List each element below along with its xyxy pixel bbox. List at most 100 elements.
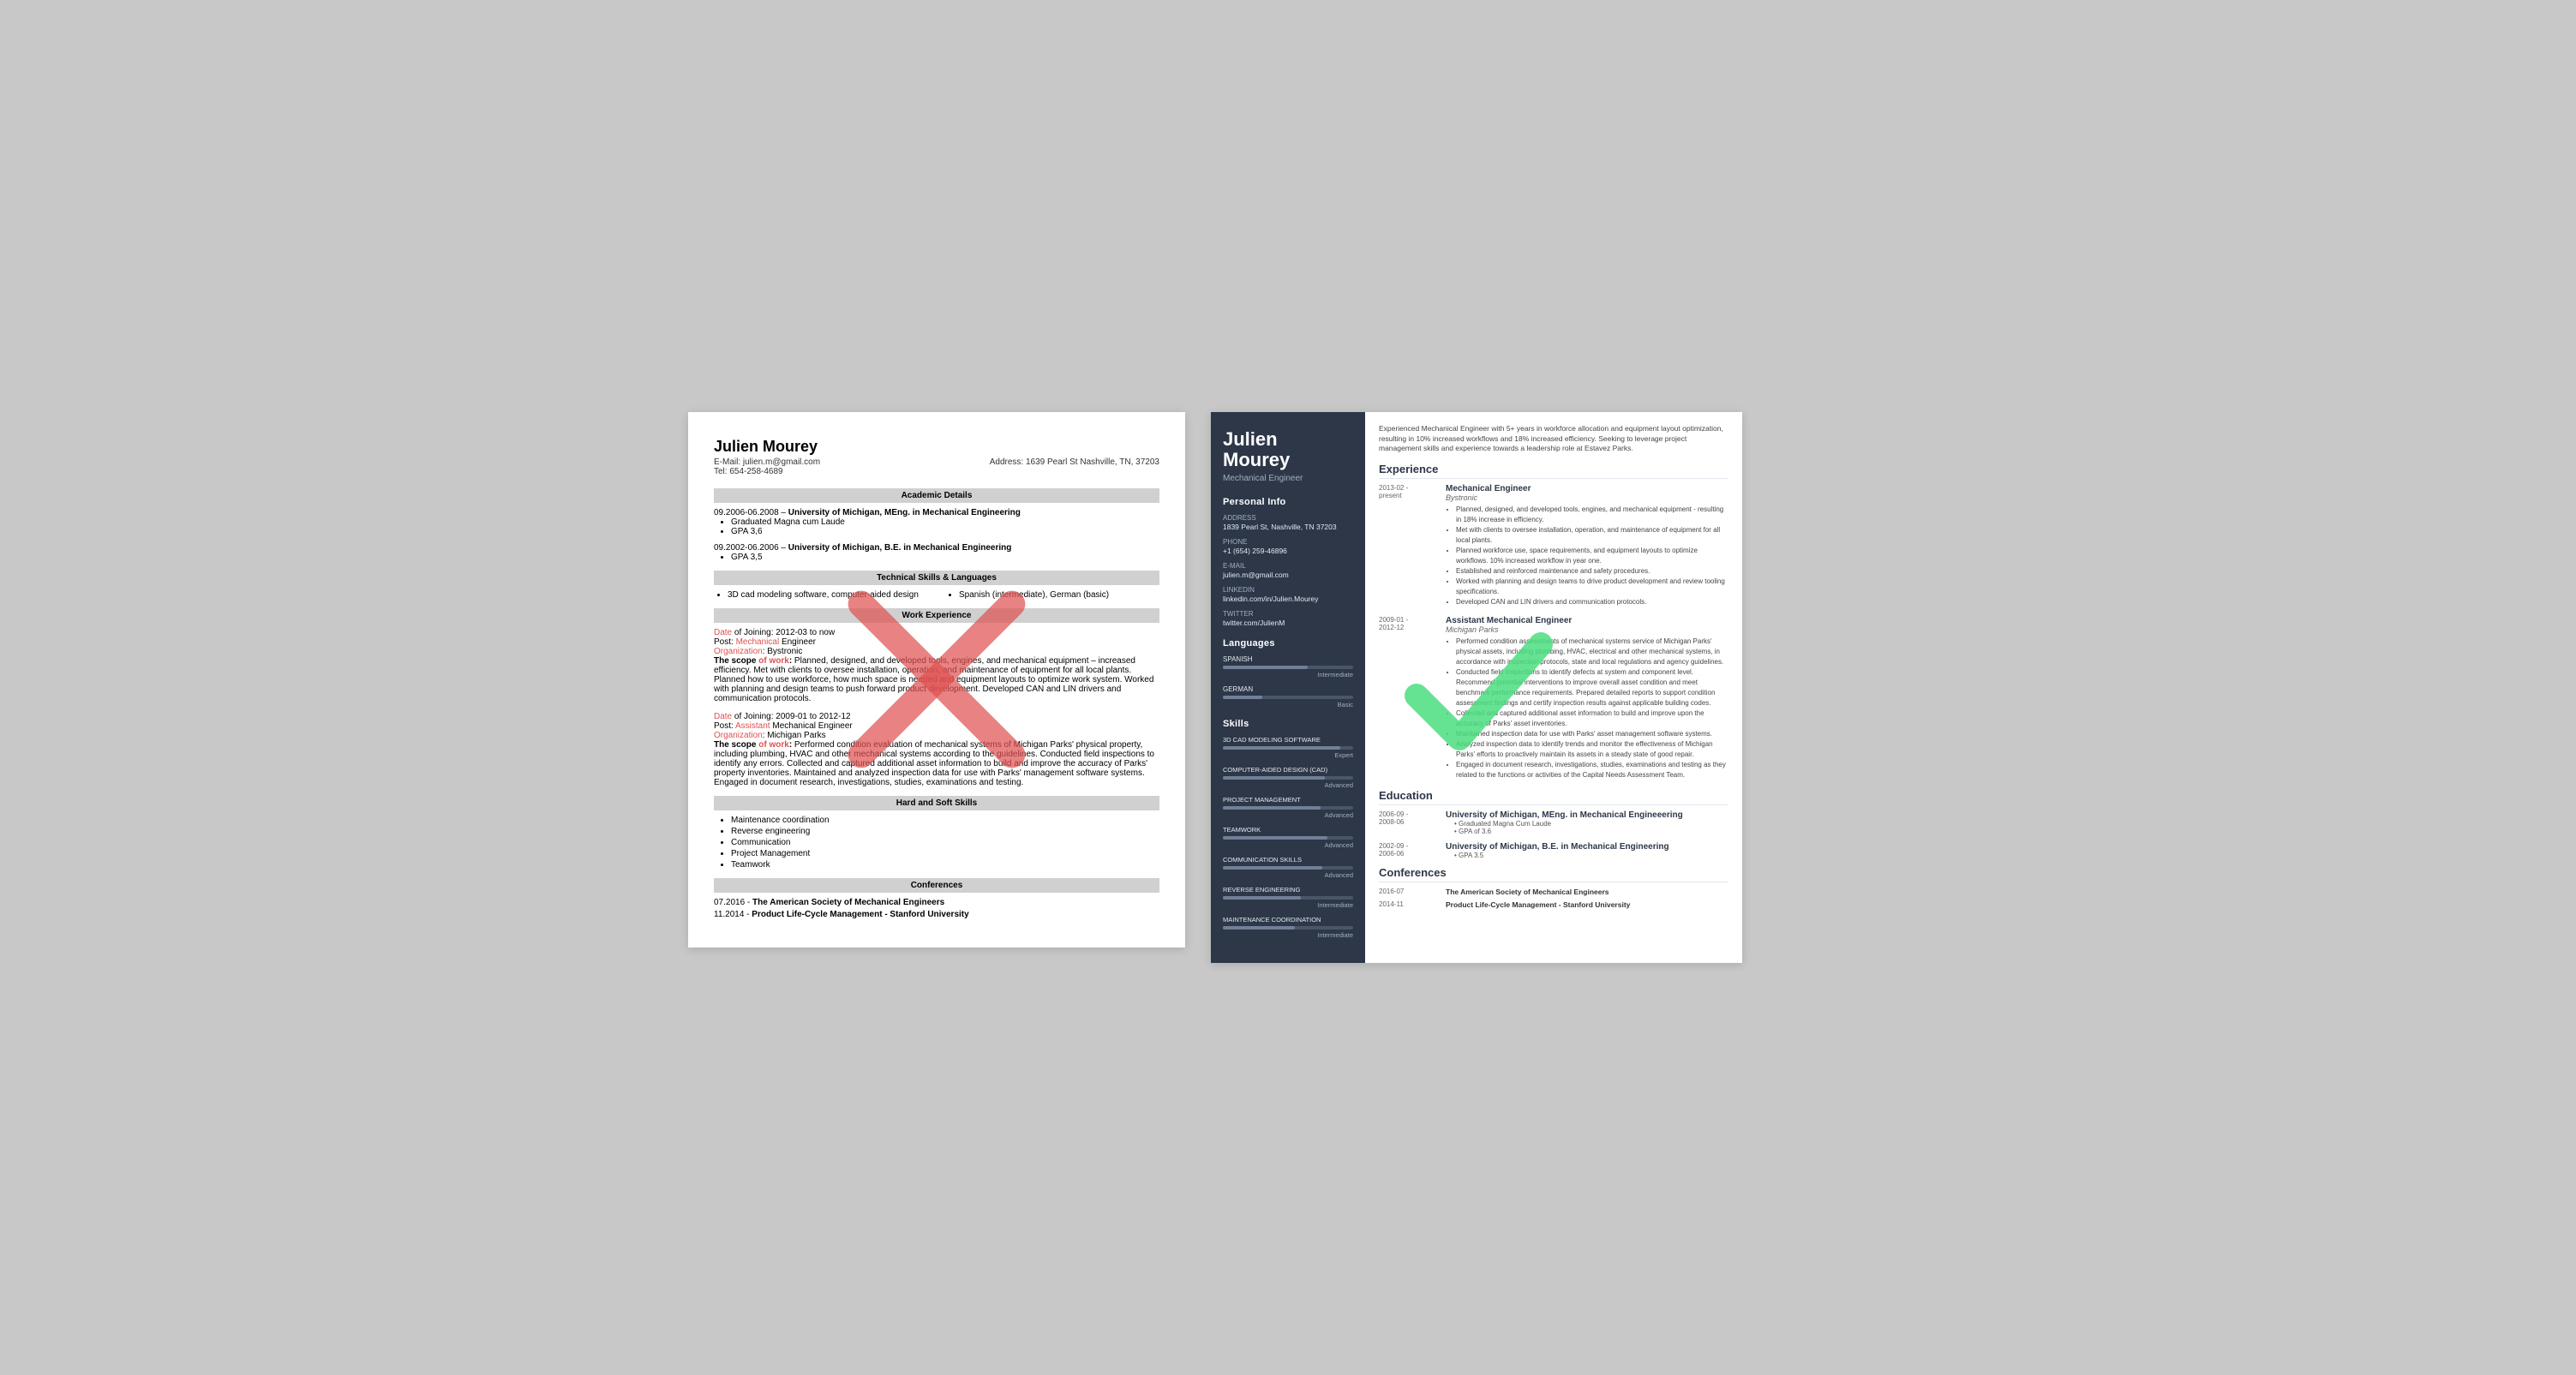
exp-b2-2: Conducted field inspections to identify … xyxy=(1456,667,1728,708)
skill-re-fill xyxy=(1223,896,1301,900)
skill-teamwork: TEAMWORK Advanced xyxy=(1223,826,1353,849)
skill-pm-fill xyxy=(1223,806,1321,810)
lang-spanish-name: SPANISH xyxy=(1223,655,1353,663)
skills-sidebar-title: Skills xyxy=(1223,719,1353,729)
conf-right-body-2: Product Life-Cycle Management - Stanford… xyxy=(1446,900,1630,909)
work-org-1: Organization: Bystronic xyxy=(714,647,1159,656)
edu-bullet-2-1: GPA 3,5 xyxy=(731,553,1159,562)
address-label: Address xyxy=(1223,514,1353,522)
work-post-2: Post: Assistant Mechanical Engineer xyxy=(714,721,1159,731)
left-contact-right: Address: 1639 Pearl St Nashville, TN, 37… xyxy=(990,457,1159,476)
lang-spanish-level: Intermediate xyxy=(1223,671,1353,679)
skill-pm-name: PROJECT MANAGEMENT xyxy=(1223,796,1353,804)
skill-pm: PROJECT MANAGEMENT Advanced xyxy=(1223,796,1353,819)
skill-comm-level: Advanced xyxy=(1223,871,1353,879)
edu-period-1: 09.2006-06.2008 xyxy=(714,508,779,517)
edu-detail-2-1: • GPA 3.5 xyxy=(1454,852,1728,859)
main-container: Julien Mourey E-Mail: julien.m@gmail.com… xyxy=(688,412,1888,964)
exp-b1-3: Planned workforce use, space requirement… xyxy=(1456,546,1728,566)
left-tel: Tel: 654-258-4689 xyxy=(714,467,820,476)
exp-jobtitle-2: Assistant Mechanical Engineer xyxy=(1446,616,1728,625)
hard-skills-title: Hard and Soft Skills xyxy=(714,796,1159,810)
left-contact: E-Mail: julien.m@gmail.com Tel: 654-258-… xyxy=(714,457,1159,476)
left-email: E-Mail: julien.m@gmail.com xyxy=(714,457,820,467)
edu-item-1: 09.2006-06.2008 – University of Michigan… xyxy=(714,508,1159,536)
linkedin-label: LinkedIn xyxy=(1223,586,1353,594)
edu-school-1: University of Michigan, MEng. in Mechani… xyxy=(788,508,1021,517)
phone-value: +1 (654) 259-46896 xyxy=(1223,547,1353,556)
skill-re-bg xyxy=(1223,896,1353,900)
work-item-1: Date of Joining: 2012-03 to now Post: Me… xyxy=(714,628,1159,703)
email-label: E-mail xyxy=(1223,562,1353,570)
phone-label: Phone xyxy=(1223,538,1353,546)
edu-right-2: 2002-09 -2006-06 University of Michigan,… xyxy=(1379,842,1728,859)
left-name: Julien Mourey xyxy=(714,438,1159,456)
skill-comm: COMMUNICATION SKILLS Advanced xyxy=(1223,856,1353,879)
personal-info-title: Personal Info xyxy=(1223,497,1353,507)
edu-date-1: 2006-09 -2008-06 xyxy=(1379,810,1439,835)
exp-jobtitle-1: Mechanical Engineer xyxy=(1446,484,1728,493)
conf-right-1: 2016-07 The American Society of Mechanic… xyxy=(1379,888,1728,896)
hard-skill-4: Project Management xyxy=(731,849,1159,858)
skill-3dcad: 3D CAD MODELING SOFTWARE Expert xyxy=(1223,736,1353,759)
hard-skill-1: Maintenance coordination xyxy=(731,816,1159,825)
resume-main-content: Experienced Mechanical Engineer with 5+ … xyxy=(1365,412,1742,964)
twitter-label: Twitter xyxy=(1223,610,1353,618)
edu-detail-1-2: • GPA of 3.6 xyxy=(1454,828,1728,835)
skill-cad-fill xyxy=(1223,776,1325,780)
twitter-value: twitter.com/JulienM xyxy=(1223,619,1353,628)
work-date-2: Date of Joining: 2009-01 to 2012-12 xyxy=(714,712,1159,721)
work-org-2: Organization: Michigan Parks xyxy=(714,731,1159,740)
exp-date-1: 2013-02 -present xyxy=(1379,484,1439,607)
edu-bullets-2: GPA 3,5 xyxy=(731,553,1159,562)
skill-comm-name: COMMUNICATION SKILLS xyxy=(1223,856,1353,864)
work-date-1: Date of Joining: 2012-03 to now xyxy=(714,628,1159,637)
lang-spanish-bar-fill xyxy=(1223,666,1308,669)
lang-german-level: Basic xyxy=(1223,701,1353,708)
hard-skill-5: Teamwork xyxy=(731,860,1159,870)
experience-title: Experience xyxy=(1379,463,1728,479)
work-section-title: Work Experience xyxy=(714,608,1159,623)
exp-b2-5: Analyzed inspection data to identify tre… xyxy=(1456,739,1728,760)
edu-detail-1-1: • Graduated Magna Cum Laude xyxy=(1454,820,1728,828)
skill-cad-bg xyxy=(1223,776,1353,780)
left-contact-left: E-Mail: julien.m@gmail.com Tel: 654-258-… xyxy=(714,457,820,476)
skill-3dcad-name: 3D CAD MODELING SOFTWARE xyxy=(1223,736,1353,744)
skills-col-right: Spanish (intermediate), German (basic) xyxy=(945,590,1159,600)
exp-company-1: Bystronic xyxy=(1446,493,1728,502)
right-name: Julien Mourey xyxy=(1223,429,1353,470)
edu-degree-1: University of Michigan, MEng. in Mechani… xyxy=(1446,810,1728,820)
skill-mc-bg xyxy=(1223,926,1353,930)
hard-skill-2: Reverse engineering xyxy=(731,827,1159,836)
conf-title-right: Conferences xyxy=(1379,866,1728,882)
skill-pm-bg xyxy=(1223,806,1353,810)
languages-title: Languages xyxy=(1223,638,1353,649)
skill-cad-name: COMPUTER-AIDED DESIGN (CAD) xyxy=(1223,766,1353,774)
resume-left: Julien Mourey E-Mail: julien.m@gmail.com… xyxy=(688,412,1185,948)
conf-item-1: 07.2016 - The American Society of Mechan… xyxy=(714,898,1159,907)
hard-skill-3: Communication xyxy=(731,838,1159,847)
exp-body-2: Assistant Mechanical Engineer Michigan P… xyxy=(1446,616,1728,780)
resume-sidebar: Julien Mourey Mechanical Engineer Person… xyxy=(1211,412,1365,964)
exp-date-2: 2009-01 -2012-12 xyxy=(1379,616,1439,780)
exp-b1-6: Developed CAN and LIN drivers and commun… xyxy=(1456,597,1728,607)
exp-b2-3: Collected and captured additional asset … xyxy=(1456,708,1728,729)
exp-company-2: Michigan Parks xyxy=(1446,625,1728,634)
skill-2: Spanish (intermediate), German (basic) xyxy=(959,590,1159,600)
summary-text: Experienced Mechanical Engineer with 5+ … xyxy=(1379,424,1728,455)
lang-spanish: SPANISH Intermediate xyxy=(1223,655,1353,679)
skills-list-right: Spanish (intermediate), German (basic) xyxy=(959,590,1159,600)
conf-section-title: Conferences xyxy=(714,878,1159,893)
skill-1: 3D cad modeling software, computer-aided… xyxy=(728,590,928,600)
edu-title-2: 09.2002-06.2006 – University of Michigan… xyxy=(714,543,1159,553)
edu-bullet-1-1: Graduated Magna cum Laude xyxy=(731,517,1159,527)
skill-teamwork-level: Advanced xyxy=(1223,841,1353,849)
skill-mc-name: MAINTENANCE COORDINATION xyxy=(1223,916,1353,924)
edu-period-2: 09.2002-06.2006 xyxy=(714,543,779,553)
conf-right-body-1: The American Society of Mechanical Engin… xyxy=(1446,888,1609,896)
exp-b2-6: Engaged in document research, investigat… xyxy=(1456,760,1728,780)
right-title: Mechanical Engineer xyxy=(1223,474,1353,483)
conf-right-date-2: 2014-11 xyxy=(1379,900,1439,909)
conf-right-date-1: 2016-07 xyxy=(1379,888,1439,896)
work-scope-1: The scope of work: Planned, designed, an… xyxy=(714,656,1159,703)
